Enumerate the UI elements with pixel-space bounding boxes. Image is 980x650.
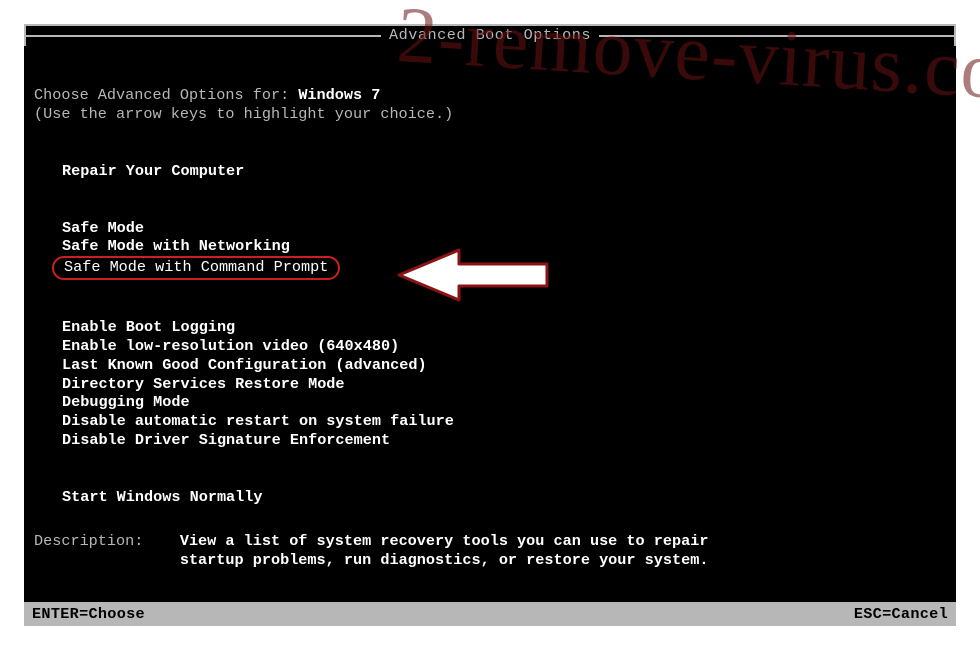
option-safe-mode-command-prompt[interactable]: Safe Mode with Command Prompt [34, 256, 946, 280]
footer-bar: ENTER=Choose ESC=Cancel [24, 602, 956, 626]
title-bar: Advanced Boot Options [24, 24, 956, 46]
hint-line: (Use the arrow keys to highlight your ch… [34, 105, 946, 124]
footer-esc-hint: ESC=Cancel [854, 605, 948, 624]
option-debugging-mode[interactable]: Debugging Mode [34, 393, 946, 412]
description-text: View a list of system recovery tools you… [180, 532, 740, 570]
option-enable-low-res-video[interactable]: Enable low-resolution video (640x480) [34, 337, 946, 356]
option-disable-driver-sig-enforcement[interactable]: Disable Driver Signature Enforcement [34, 431, 946, 450]
option-enable-boot-logging[interactable]: Enable Boot Logging [34, 318, 946, 337]
option-repair-your-computer[interactable]: Repair Your Computer [34, 162, 946, 181]
description-label: Description: [34, 532, 180, 570]
option-last-known-good-config[interactable]: Last Known Good Configuration (advanced) [34, 356, 946, 375]
os-name: Windows 7 [298, 86, 380, 104]
footer-enter-hint: ENTER=Choose [32, 605, 145, 624]
option-directory-services-restore[interactable]: Directory Services Restore Mode [34, 375, 946, 394]
option-start-windows-normally[interactable]: Start Windows Normally [34, 488, 946, 507]
highlighted-option: Safe Mode with Command Prompt [52, 256, 340, 280]
option-safe-mode-networking[interactable]: Safe Mode with Networking [34, 237, 946, 256]
title-text: Advanced Boot Options [379, 26, 601, 45]
description-block: Description: View a list of system recov… [34, 532, 740, 570]
option-disable-auto-restart[interactable]: Disable automatic restart on system fail… [34, 412, 946, 431]
choose-line: Choose Advanced Options for: Windows 7 [34, 86, 946, 105]
boot-console: Advanced Boot Options Choose Advanced Op… [24, 24, 956, 626]
option-safe-mode[interactable]: Safe Mode [34, 219, 946, 238]
